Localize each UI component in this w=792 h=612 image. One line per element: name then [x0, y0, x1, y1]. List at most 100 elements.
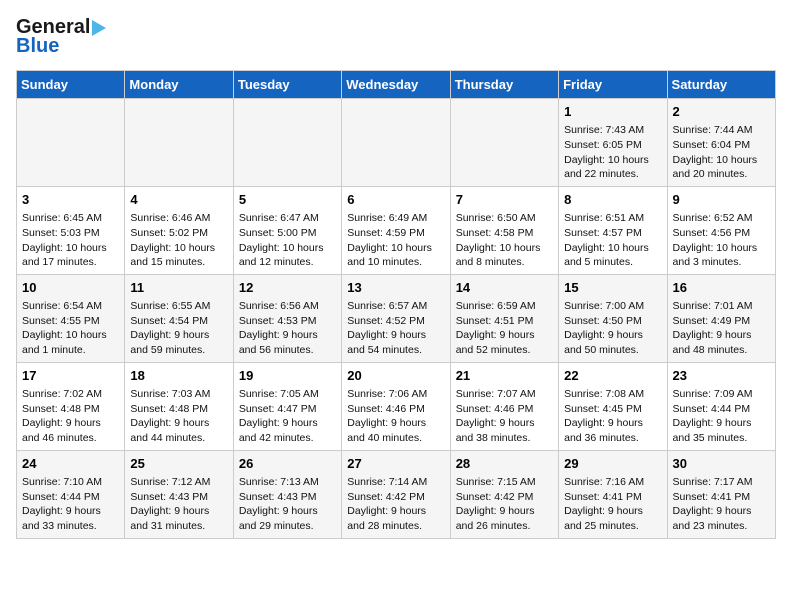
day-number: 8 — [564, 191, 661, 209]
day-info: Sunrise: 7:01 AM Sunset: 4:49 PM Dayligh… — [673, 299, 770, 358]
calendar-table: SundayMondayTuesdayWednesdayThursdayFrid… — [16, 70, 776, 539]
day-info: Sunrise: 7:09 AM Sunset: 4:44 PM Dayligh… — [673, 387, 770, 446]
col-header-friday: Friday — [559, 71, 667, 99]
calendar-cell: 4 Sunrise: 6:46 AM Sunset: 5:02 PM Daylig… — [125, 186, 233, 274]
day-number: 11 — [130, 279, 227, 297]
day-info: Sunrise: 7:44 AM Sunset: 6:04 PM Dayligh… — [673, 123, 770, 182]
calendar-cell: 22 Sunrise: 7:08 AM Sunset: 4:45 PM Dayli… — [559, 362, 667, 450]
calendar-cell: 11 Sunrise: 6:55 AM Sunset: 4:54 PM Dayli… — [125, 274, 233, 362]
day-number: 4 — [130, 191, 227, 209]
day-number: 6 — [347, 191, 444, 209]
day-number: 30 — [673, 455, 770, 473]
day-number: 24 — [22, 455, 119, 473]
day-info: Sunrise: 6:59 AM Sunset: 4:51 PM Dayligh… — [456, 299, 553, 358]
logo-blue: Blue — [16, 35, 59, 58]
day-info: Sunrise: 7:14 AM Sunset: 4:42 PM Dayligh… — [347, 475, 444, 534]
day-number: 18 — [130, 367, 227, 385]
day-info: Sunrise: 6:51 AM Sunset: 4:57 PM Dayligh… — [564, 211, 661, 270]
col-header-tuesday: Tuesday — [233, 71, 341, 99]
calendar-cell: 30 Sunrise: 7:17 AM Sunset: 4:41 PM Dayli… — [667, 450, 775, 538]
day-info: Sunrise: 6:52 AM Sunset: 4:56 PM Dayligh… — [673, 211, 770, 270]
day-info: Sunrise: 6:56 AM Sunset: 4:53 PM Dayligh… — [239, 299, 336, 358]
day-number: 2 — [673, 103, 770, 121]
day-number: 9 — [673, 191, 770, 209]
day-info: Sunrise: 6:49 AM Sunset: 4:59 PM Dayligh… — [347, 211, 444, 270]
day-number: 17 — [22, 367, 119, 385]
day-number: 21 — [456, 367, 553, 385]
day-info: Sunrise: 6:55 AM Sunset: 4:54 PM Dayligh… — [130, 299, 227, 358]
day-info: Sunrise: 7:43 AM Sunset: 6:05 PM Dayligh… — [564, 123, 661, 182]
col-header-wednesday: Wednesday — [342, 71, 450, 99]
col-header-monday: Monday — [125, 71, 233, 99]
day-info: Sunrise: 7:17 AM Sunset: 4:41 PM Dayligh… — [673, 475, 770, 534]
day-info: Sunrise: 7:07 AM Sunset: 4:46 PM Dayligh… — [456, 387, 553, 446]
day-info: Sunrise: 6:47 AM Sunset: 5:00 PM Dayligh… — [239, 211, 336, 270]
day-info: Sunrise: 7:15 AM Sunset: 4:42 PM Dayligh… — [456, 475, 553, 534]
day-number: 19 — [239, 367, 336, 385]
day-number: 13 — [347, 279, 444, 297]
calendar-cell: 14 Sunrise: 6:59 AM Sunset: 4:51 PM Dayli… — [450, 274, 558, 362]
day-number: 3 — [22, 191, 119, 209]
calendar-cell: 2 Sunrise: 7:44 AM Sunset: 6:04 PM Daylig… — [667, 99, 775, 187]
week-row-5: 24Sunrise: 7:10 AM Sunset: 4:44 PM Dayli… — [17, 450, 776, 538]
day-info: Sunrise: 7:00 AM Sunset: 4:50 PM Dayligh… — [564, 299, 661, 358]
day-info: Sunrise: 6:54 AM Sunset: 4:55 PM Dayligh… — [22, 299, 119, 358]
day-info: Sunrise: 7:05 AM Sunset: 4:47 PM Dayligh… — [239, 387, 336, 446]
day-info: Sunrise: 6:50 AM Sunset: 4:58 PM Dayligh… — [456, 211, 553, 270]
calendar-cell: 28 Sunrise: 7:15 AM Sunset: 4:42 PM Dayli… — [450, 450, 558, 538]
day-info: Sunrise: 7:16 AM Sunset: 4:41 PM Dayligh… — [564, 475, 661, 534]
logo: General Blue — [16, 16, 106, 58]
day-number: 23 — [673, 367, 770, 385]
day-number: 28 — [456, 455, 553, 473]
calendar-cell: 13 Sunrise: 6:57 AM Sunset: 4:52 PM Dayli… — [342, 274, 450, 362]
day-number: 1 — [564, 103, 661, 121]
day-number: 22 — [564, 367, 661, 385]
day-info: Sunrise: 6:57 AM Sunset: 4:52 PM Dayligh… — [347, 299, 444, 358]
calendar-cell: 9 Sunrise: 6:52 AM Sunset: 4:56 PM Daylig… — [667, 186, 775, 274]
day-number: 16 — [673, 279, 770, 297]
day-number: 27 — [347, 455, 444, 473]
calendar-header-row: SundayMondayTuesdayWednesdayThursdayFrid… — [17, 71, 776, 99]
day-number: 25 — [130, 455, 227, 473]
logo-arrow-icon — [92, 20, 106, 36]
calendar-cell: 29 Sunrise: 7:16 AM Sunset: 4:41 PM Dayli… — [559, 450, 667, 538]
day-info: Sunrise: 7:03 AM Sunset: 4:48 PM Dayligh… — [130, 387, 227, 446]
day-number: 26 — [239, 455, 336, 473]
day-number: 10 — [22, 279, 119, 297]
calendar-cell: 24Sunrise: 7:10 AM Sunset: 4:44 PM Dayli… — [17, 450, 125, 538]
calendar-cell: 5 Sunrise: 6:47 AM Sunset: 5:00 PM Daylig… — [233, 186, 341, 274]
calendar-cell: 8 Sunrise: 6:51 AM Sunset: 4:57 PM Daylig… — [559, 186, 667, 274]
day-number: 14 — [456, 279, 553, 297]
calendar-cell: 10 Sunrise: 6:54 AM Sunset: 4:55 PM Dayli… — [17, 274, 125, 362]
calendar-cell — [342, 99, 450, 187]
day-info: Sunrise: 7:02 AM Sunset: 4:48 PM Dayligh… — [22, 387, 119, 446]
col-header-thursday: Thursday — [450, 71, 558, 99]
calendar-cell — [233, 99, 341, 187]
calendar-cell — [17, 99, 125, 187]
calendar-cell: 21 Sunrise: 7:07 AM Sunset: 4:46 PM Dayli… — [450, 362, 558, 450]
week-row-2: 3Sunrise: 6:45 AM Sunset: 5:03 PM Daylig… — [17, 186, 776, 274]
calendar-cell: 6 Sunrise: 6:49 AM Sunset: 4:59 PM Daylig… — [342, 186, 450, 274]
day-info: Sunrise: 7:08 AM Sunset: 4:45 PM Dayligh… — [564, 387, 661, 446]
page-header: General Blue — [16, 16, 776, 58]
day-info: Sunrise: 6:46 AM Sunset: 5:02 PM Dayligh… — [130, 211, 227, 270]
day-info: Sunrise: 7:06 AM Sunset: 4:46 PM Dayligh… — [347, 387, 444, 446]
calendar-cell: 17 Sunrise: 7:02 AM Sunset: 4:48 PM Dayli… — [17, 362, 125, 450]
calendar-cell — [450, 99, 558, 187]
calendar-cell: 1 Sunrise: 7:43 AM Sunset: 6:05 PM Daylig… — [559, 99, 667, 187]
calendar-cell — [125, 99, 233, 187]
calendar-cell: 26 Sunrise: 7:13 AM Sunset: 4:43 PM Dayli… — [233, 450, 341, 538]
day-number: 5 — [239, 191, 336, 209]
calendar-cell: 12Sunrise: 6:56 AM Sunset: 4:53 PM Dayli… — [233, 274, 341, 362]
day-info: Sunrise: 7:13 AM Sunset: 4:43 PM Dayligh… — [239, 475, 336, 534]
week-row-4: 17 Sunrise: 7:02 AM Sunset: 4:48 PM Dayli… — [17, 362, 776, 450]
calendar-cell: 20 Sunrise: 7:06 AM Sunset: 4:46 PM Dayli… — [342, 362, 450, 450]
calendar-cell: 3Sunrise: 6:45 AM Sunset: 5:03 PM Daylig… — [17, 186, 125, 274]
calendar-cell: 19 Sunrise: 7:05 AM Sunset: 4:47 PM Dayli… — [233, 362, 341, 450]
day-number: 15 — [564, 279, 661, 297]
day-number: 7 — [456, 191, 553, 209]
week-row-3: 10 Sunrise: 6:54 AM Sunset: 4:55 PM Dayli… — [17, 274, 776, 362]
day-number: 29 — [564, 455, 661, 473]
day-number: 20 — [347, 367, 444, 385]
calendar-cell: 16 Sunrise: 7:01 AM Sunset: 4:49 PM Dayli… — [667, 274, 775, 362]
